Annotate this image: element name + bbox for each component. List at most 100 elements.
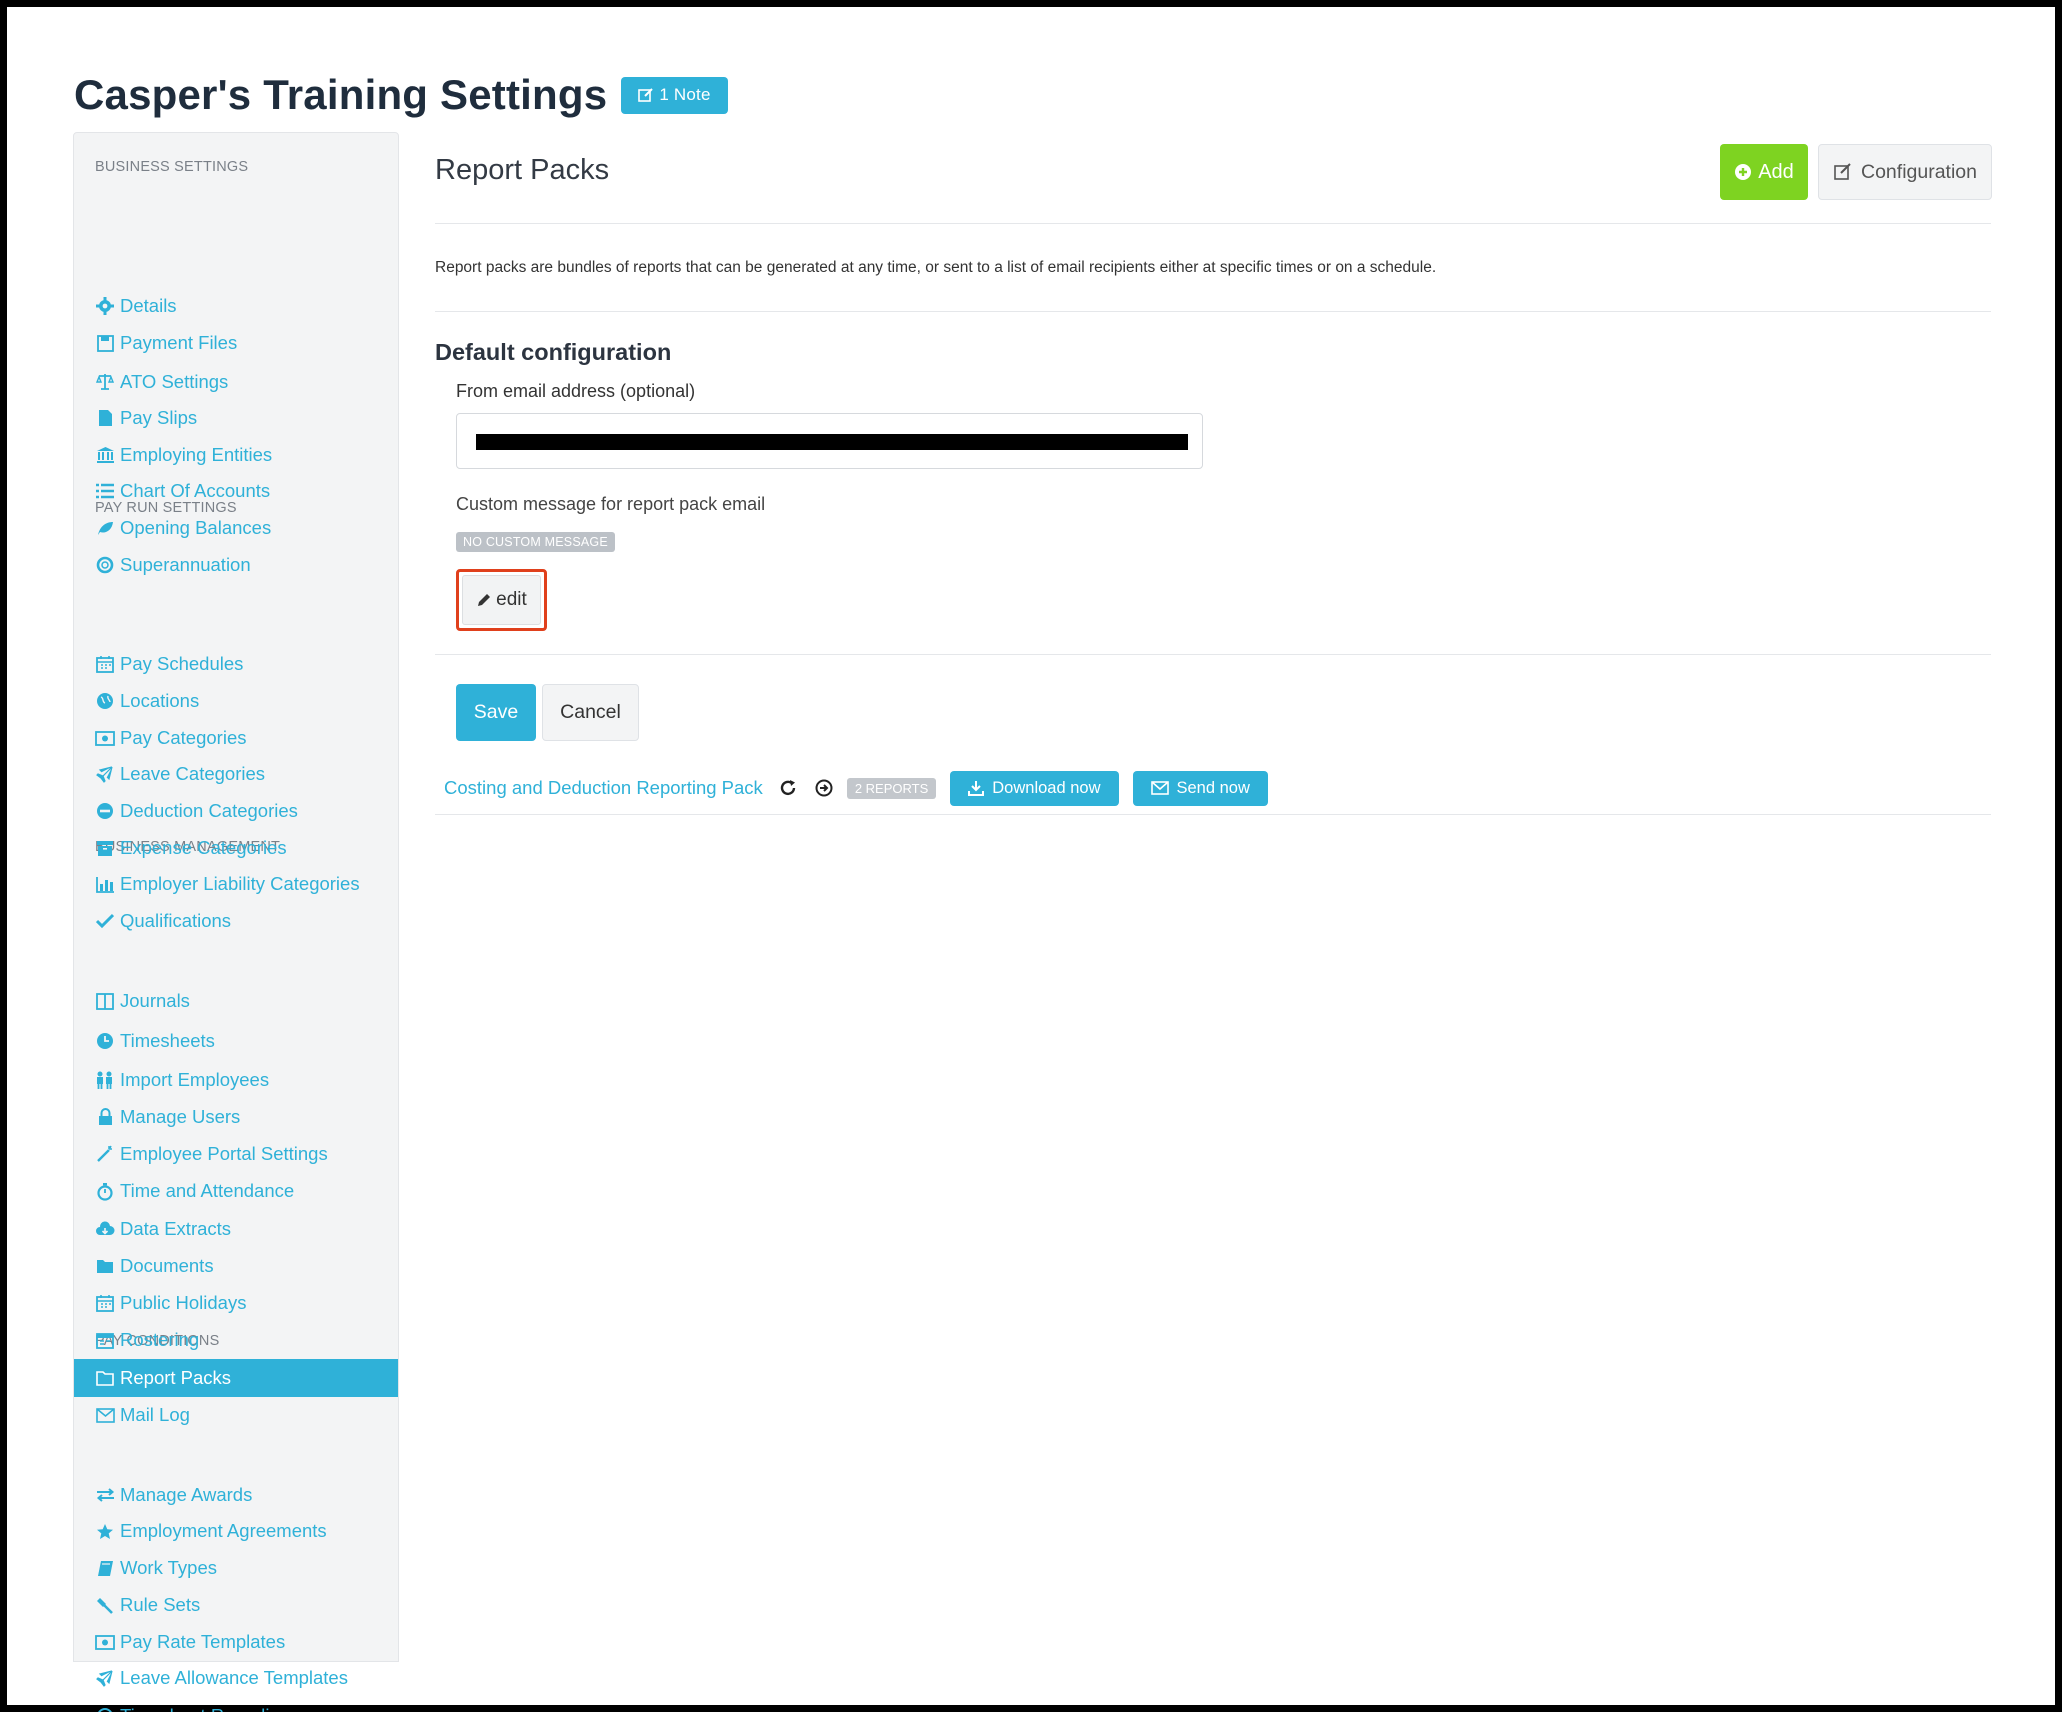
redacted-email-value bbox=[476, 434, 1188, 450]
money-icon bbox=[95, 1632, 115, 1652]
sidebar-item-mail-log[interactable]: Mail Log bbox=[74, 1396, 398, 1434]
sidebar-item-locations[interactable]: Locations bbox=[74, 682, 398, 720]
sidebar-item-manage-awards[interactable]: Manage Awards bbox=[74, 1476, 398, 1514]
sidebar-item-label: Manage Awards bbox=[120, 1484, 253, 1505]
sidebar-item-label: Time and Attendance bbox=[120, 1180, 295, 1201]
report-pack-link[interactable]: Costing and Deduction Reporting Pack bbox=[444, 777, 763, 799]
sidebar-item-label: Timesheet Rounding bbox=[120, 1705, 290, 1712]
description-text: Report packs are bundles of reports that… bbox=[435, 259, 1437, 276]
sidebar-item-data-extracts[interactable]: Data Extracts bbox=[74, 1210, 398, 1248]
refresh-icon[interactable] bbox=[777, 777, 799, 799]
plane-icon bbox=[95, 1668, 115, 1688]
clock-outline-icon bbox=[95, 1706, 115, 1712]
divider bbox=[435, 814, 1991, 815]
exchange-icon bbox=[95, 1485, 115, 1505]
sidebar-item-opening-balances[interactable]: Opening Balances bbox=[74, 509, 398, 547]
sidebar-item-label: Report Packs bbox=[120, 1367, 232, 1388]
sidebar-item-label: Leave Categories bbox=[120, 763, 266, 784]
edit-note-icon bbox=[638, 88, 654, 102]
lock-icon bbox=[95, 1107, 115, 1127]
envelope-icon bbox=[95, 1405, 115, 1425]
sidebar-item-label: Pay Categories bbox=[120, 727, 247, 748]
sidebar-item-label: Data Extracts bbox=[120, 1218, 232, 1239]
cancel-button[interactable]: Cancel bbox=[542, 684, 639, 741]
note-badge-label: 1 Note bbox=[659, 85, 711, 104]
sidebar-item-timesheet-rounding[interactable]: Timesheet Rounding bbox=[74, 1697, 398, 1712]
sidebar-item-time-and-attendance[interactable]: Time and Attendance bbox=[74, 1172, 398, 1210]
sidebar-item-superannuation[interactable]: Superannuation bbox=[74, 546, 398, 584]
plus-circle-icon bbox=[1735, 164, 1752, 180]
sidebar-item-manage-users[interactable]: Manage Users bbox=[74, 1098, 398, 1136]
download-now-button[interactable]: Download now bbox=[950, 770, 1119, 806]
sidebar-item-ato-settings[interactable]: ATO Settings bbox=[74, 363, 398, 401]
minus-circle-icon bbox=[95, 801, 115, 821]
sidebar-item-leave-categories[interactable]: Leave Categories bbox=[74, 755, 398, 793]
divider bbox=[435, 311, 1991, 312]
scales-icon bbox=[95, 372, 115, 392]
sidebar-item-documents[interactable]: Documents bbox=[74, 1247, 398, 1285]
leaf-icon bbox=[95, 518, 115, 538]
money-icon bbox=[95, 728, 115, 748]
save-button[interactable]: Save bbox=[456, 684, 536, 741]
sidebar-item-pay-slips[interactable]: Pay Slips bbox=[74, 399, 398, 437]
edit-button[interactable]: edit bbox=[462, 575, 541, 625]
sidebar-item-label: Work Types bbox=[120, 1557, 217, 1578]
sidebar-item-report-packs[interactable]: Report Packs bbox=[74, 1359, 398, 1397]
sidebar-item-qualifications[interactable]: Qualifications bbox=[74, 902, 398, 940]
sidebar-item-label: Import Employees bbox=[120, 1069, 270, 1090]
default-configuration-heading: Default configuration bbox=[435, 339, 672, 365]
sidebar-item-label: Mail Log bbox=[120, 1404, 190, 1425]
sidebar-item-chart-of-accounts[interactable]: Chart Of Accounts bbox=[74, 472, 398, 510]
sidebar-item-work-types[interactable]: Work Types bbox=[74, 1549, 398, 1587]
sidebar-item-label: Locations bbox=[120, 690, 200, 711]
sidebar-item-timesheets[interactable]: Timesheets bbox=[74, 1022, 398, 1060]
sidebar-item-deduction-categories[interactable]: Deduction Categories bbox=[74, 792, 398, 830]
configuration-button[interactable]: Configuration bbox=[1818, 144, 1992, 200]
cloud-download-icon bbox=[95, 1219, 115, 1239]
sidebar-item-pay-rate-templates[interactable]: Pay Rate Templates bbox=[74, 1623, 398, 1661]
arrow-circle-right-icon[interactable] bbox=[813, 777, 835, 799]
edit-button-label: edit bbox=[496, 589, 527, 610]
floppy-icon bbox=[95, 333, 115, 353]
globe-icon bbox=[95, 691, 115, 711]
sidebar-item-expense-categories[interactable]: Expense Categories bbox=[74, 829, 398, 867]
sidebar-item-label: Public Holidays bbox=[120, 1292, 247, 1313]
folder-open-icon bbox=[95, 1368, 115, 1388]
archive-icon bbox=[95, 838, 115, 858]
bar-chart-icon bbox=[95, 874, 115, 894]
sidebar-item-import-employees[interactable]: Import Employees bbox=[74, 1061, 398, 1099]
sidebar-item-label: Rule Sets bbox=[120, 1594, 201, 1615]
sidebar-item-employee-portal-settings[interactable]: Employee Portal Settings bbox=[74, 1135, 398, 1173]
sidebar-item-public-holidays[interactable]: Public Holidays bbox=[74, 1284, 398, 1322]
sidebar-item-rostering[interactable]: Rostering bbox=[74, 1321, 398, 1359]
page-title: Casper's Training Settings 1 Note bbox=[74, 71, 728, 119]
gavel-icon bbox=[95, 1595, 115, 1615]
sidebar-item-pay-schedules[interactable]: Pay Schedules bbox=[74, 645, 398, 683]
sidebar-item-pay-categories[interactable]: Pay Categories bbox=[74, 719, 398, 757]
stopwatch-icon bbox=[95, 1181, 115, 1201]
reports-count-badge: 2 REPORTS bbox=[846, 777, 937, 799]
send-now-label: Send now bbox=[1176, 778, 1250, 797]
magic-wand-icon bbox=[95, 1144, 115, 1164]
sidebar-item-employing-entities[interactable]: Employing Entities bbox=[74, 436, 398, 474]
envelope-icon bbox=[1150, 781, 1169, 795]
settings-sidebar: BUSINESS SETTINGS PAY RUN SETTINGS BUSIN… bbox=[73, 132, 399, 1712]
sidebar-item-label: Chart Of Accounts bbox=[120, 480, 271, 501]
lifebuoy-icon bbox=[95, 555, 115, 575]
gear-icon bbox=[95, 296, 115, 316]
sidebar-item-label: Payment Files bbox=[120, 332, 238, 353]
sidebar-item-label: Employer Liability Categories bbox=[120, 873, 360, 894]
section-heading: Report Packs bbox=[435, 154, 610, 186]
add-button[interactable]: Add bbox=[1720, 144, 1808, 200]
note-badge[interactable]: 1 Note bbox=[621, 76, 728, 114]
sidebar-item-label: Timesheets bbox=[120, 1030, 215, 1051]
sidebar-item-employer-liability-categories[interactable]: Employer Liability Categories bbox=[74, 865, 398, 903]
send-now-button[interactable]: Send now bbox=[1132, 770, 1268, 806]
sidebar-item-payment-files[interactable]: Payment Files bbox=[74, 324, 398, 362]
sidebar-item-employment-agreements[interactable]: Employment Agreements bbox=[74, 1512, 398, 1550]
sidebar-item-leave-allowance-templates[interactable]: Leave Allowance Templates bbox=[74, 1659, 398, 1697]
sidebar-item-details[interactable]: Details bbox=[74, 287, 398, 325]
from-email-field[interactable] bbox=[456, 413, 1203, 469]
sidebar-item-journals[interactable]: Journals bbox=[74, 982, 398, 1020]
sidebar-item-rule-sets[interactable]: Rule Sets bbox=[74, 1586, 398, 1624]
